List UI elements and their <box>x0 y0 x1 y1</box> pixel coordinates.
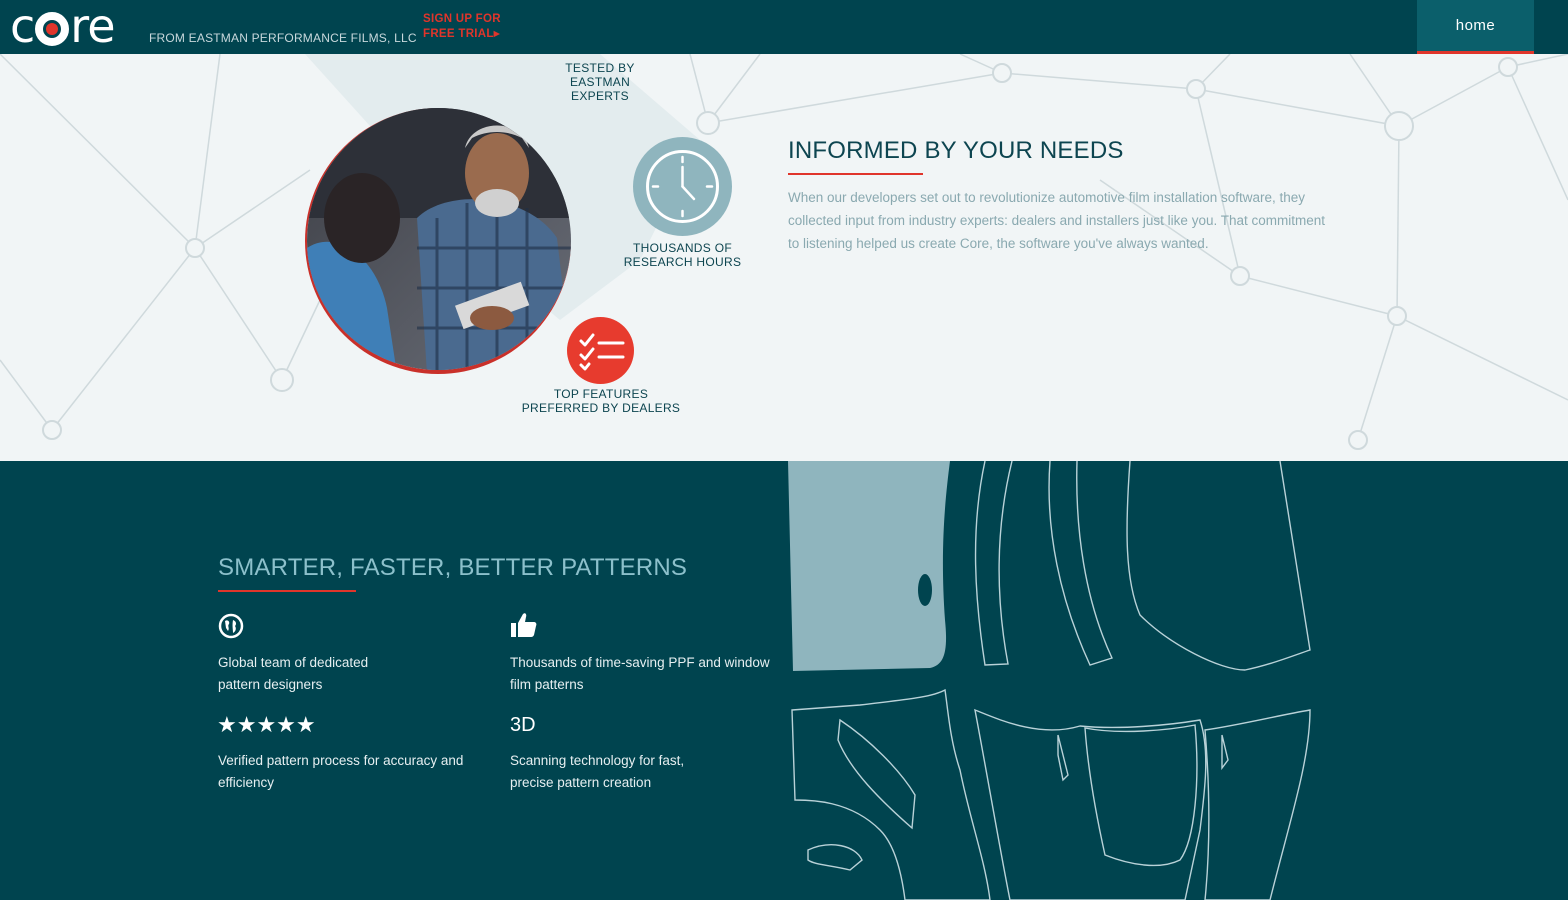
feature-tested-line2: EASTMAN EXPERTS <box>569 75 631 103</box>
dealer-handshake-photo <box>305 108 571 374</box>
signup-free-trial-link[interactable]: SIGN UP FOR FREE TRIAL▸ <box>423 12 501 42</box>
informed-heading-underline <box>788 173 923 175</box>
network-background-pattern <box>0 54 1568 450</box>
feature-global-team: Global team of dedicated pattern designe… <box>218 652 368 696</box>
core-logo[interactable]: c re <box>10 0 116 53</box>
feature-top-label: TOP FEATURES PREFERRED BY DEALERS <box>520 387 682 415</box>
feature-scanning-line1: Scanning technology for fast, <box>510 753 685 768</box>
feature-research-line2: RESEARCH HOURS <box>623 255 742 269</box>
feature-research-label: THOUSANDS OF RESEARCH HOURS <box>620 241 745 269</box>
nav-home-link[interactable]: home <box>1417 0 1534 54</box>
feature-scanning-line2: precise pattern creation <box>510 775 652 790</box>
company-tagline: FROM EASTMAN PERFORMANCE FILMS, LLC <box>149 31 417 45</box>
signup-line-2: FREE TRIAL▸ <box>423 28 500 40</box>
feature-top-line2: PREFERRED BY DEALERS <box>521 401 681 415</box>
five-stars-icon: ★★★★★ <box>217 713 316 738</box>
feature-thousands-line1: Thousands of time-saving PPF and window <box>510 655 770 670</box>
feature-scanning-tech: Scanning technology for fast, precise pa… <box>510 750 684 794</box>
informed-body-text: When our developers set out to revolutio… <box>788 190 1325 251</box>
globe-icon <box>218 613 244 643</box>
feature-verified-process: Verified pattern process for accuracy an… <box>218 750 463 794</box>
feature-tested-line1: TESTED BY <box>565 61 635 75</box>
feature-tested-label: TESTED BY EASTMAN EXPERTS <box>540 61 660 103</box>
3d-icon: 3D <box>510 714 536 736</box>
logo-target-icon <box>35 12 70 46</box>
clock-icon <box>633 137 732 236</box>
feature-thousands-line2: film patterns <box>510 677 584 692</box>
signup-line-1: SIGN UP FOR <box>423 13 501 25</box>
feature-global-line1: Global team of dedicated <box>218 655 369 670</box>
feature-verified-line2: efficiency <box>218 775 275 790</box>
feature-top-line1: TOP FEATURES <box>553 387 649 401</box>
feature-verified-line1: Verified pattern process for accuracy an… <box>218 753 464 768</box>
checklist-icon <box>567 317 634 384</box>
patterns-heading: SMARTER, FASTER, BETTER PATTERNS <box>218 554 688 581</box>
patterns-heading-underline <box>218 590 356 592</box>
informed-heading: INFORMED BY YOUR NEEDS <box>788 137 1124 164</box>
feature-research-line1: THOUSANDS OF <box>633 241 732 255</box>
logo-wordmark: c re <box>10 0 116 53</box>
feature-thousands-patterns: Thousands of time-saving PPF and window … <box>510 652 770 696</box>
car-pattern-illustration <box>788 461 1311 900</box>
top-nav-bar: c re FROM EASTMAN PERFORMANCE FILMS, LLC … <box>0 0 1568 54</box>
thumbs-up-icon <box>510 611 538 643</box>
patterns-section: SMARTER, FASTER, BETTER PATTERNS Global … <box>0 461 1568 900</box>
informed-section: TESTED BY EASTMAN EXPERTS THOUSANDS OF R… <box>0 54 1568 461</box>
feature-global-line2: pattern designers <box>218 677 323 692</box>
